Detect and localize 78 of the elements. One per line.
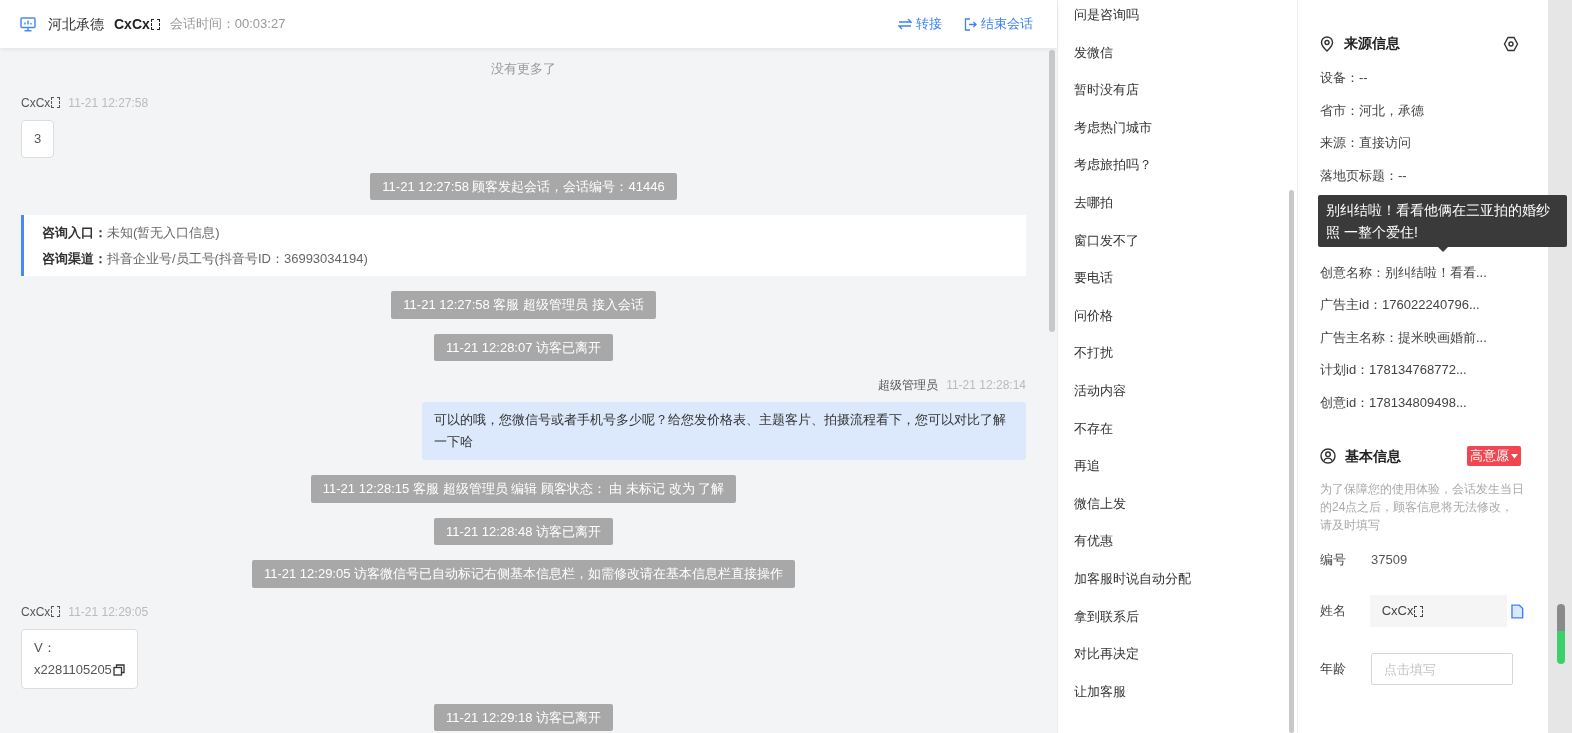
tooltip-arrow [1438, 247, 1448, 252]
entry-value: 未知(暂无入口信息) [107, 224, 220, 242]
quick-reply-item[interactable]: 有优惠 [1074, 531, 1297, 552]
quick-reply-item[interactable]: 窗口发不了 [1074, 230, 1297, 251]
caret-icon [1511, 453, 1518, 459]
quick-reply-item[interactable]: 加客服时说自动分配 [1074, 568, 1297, 589]
location-pin-icon [1320, 35, 1334, 52]
section-title: 来源信息 [1344, 34, 1400, 53]
exit-icon [964, 17, 977, 31]
end-session-button[interactable]: 结束会话 [964, 14, 1033, 34]
entry-label: 咨询渠道： [42, 249, 107, 268]
unknown-glyph-icon [51, 96, 61, 108]
system-message: 11-21 12:27:58 顾客发起会话，会话编号：41446 [370, 172, 677, 200]
message-bubble: 可以的哦，您微信号或者手机号多少呢？给您发价格表、主题客片、拍摄流程看下，您可以对比了解一下哈 [422, 402, 1026, 460]
intent-tag-dropdown[interactable]: 高意愿 [1467, 446, 1521, 466]
message-bubble: V： x2281105205 [21, 628, 138, 689]
quick-reply-item[interactable]: 微信上发 [1074, 493, 1297, 514]
quick-reply-item[interactable]: 发微信 [1074, 42, 1297, 63]
quick-reply-item[interactable]: 要电话 [1074, 268, 1297, 289]
source-field: 设备：-- [1320, 68, 1524, 87]
settings-icon[interactable] [1503, 35, 1519, 52]
swap-icon [898, 18, 912, 30]
quick-reply-item[interactable]: 考虑热门城市 [1074, 117, 1297, 138]
source-field: 计划id：178134768772... [1320, 360, 1524, 379]
quick-reply-item[interactable]: 考虑旅拍吗？ [1074, 155, 1297, 176]
system-message: 11-21 12:28:15 客服 超级管理员 编辑 顾客状态： 由 未标记 改为 了解 [310, 475, 737, 503]
quick-reply-item[interactable]: 去哪拍 [1074, 192, 1297, 213]
system-message: 11-21 12:27:58 客服 超级管理员 接入会话 [391, 291, 656, 319]
field-value: 37509 [1371, 550, 1408, 569]
document-icon[interactable] [1511, 603, 1524, 619]
quick-reply-item[interactable]: 让加客服 [1074, 681, 1297, 702]
quick-reply-item[interactable]: 拿到联系后 [1074, 606, 1297, 627]
message-time: 11-21 12:28:14 [946, 377, 1026, 394]
source-field: 来源：直接访问 [1320, 133, 1524, 152]
sender-name: CxCx [21, 602, 61, 621]
source-field: 广告主名称：提米映画婚前... [1320, 327, 1524, 347]
system-message: 11-21 12:28:07 访客已离开 [433, 333, 614, 361]
name-field: CxCx [1369, 595, 1508, 627]
quick-reply-item[interactable]: 对比再决定 [1074, 644, 1297, 665]
source-field: 创意名称：别纠结啦！看看... [1320, 262, 1524, 282]
message-time: 11-21 12:29:05 [68, 603, 149, 621]
source-field: 创意id：178134809498... [1320, 392, 1524, 412]
unknown-glyph-icon [1414, 605, 1424, 617]
field-label: 年龄 [1320, 660, 1347, 679]
message-bubble: 3 [21, 119, 55, 158]
sender-name: CxCx [21, 93, 61, 112]
unknown-glyph-icon [51, 605, 61, 617]
notice-text: 为了保障您的使用体验，会话发生当日的24点之后，顾客信息将无法修改，请及时填写 [1320, 480, 1524, 534]
session-time: 会话时间：00:03:27 [169, 15, 286, 34]
source-field: 广告主id：176022240796... [1320, 295, 1524, 314]
source-field: 落地页标题：-- [1320, 165, 1524, 185]
transfer-button[interactable]: 转接 [898, 14, 942, 34]
unknown-glyph-icon [150, 18, 160, 30]
user-circle-icon [1320, 448, 1336, 464]
quick-reply-item[interactable]: 再追 [1074, 456, 1297, 477]
page-scrollbar [1557, 604, 1565, 664]
quick-reply-item[interactable]: 不存在 [1074, 418, 1297, 439]
no-more-text: 没有更多了 [491, 60, 556, 78]
quick-reply-item[interactable]: 不打扰 [1074, 343, 1297, 364]
monitor-icon [20, 16, 36, 32]
sender-name: 超级管理员 [878, 377, 939, 394]
field-label: 编号 [1320, 550, 1347, 569]
system-message: 11-21 12:29:05 访客微信号已自动标记右侧基本信息栏，如需修改请在基本信息栏直接操作 [251, 560, 796, 588]
quick-reply-item[interactable]: 活动内容 [1074, 380, 1297, 401]
entry-label: 咨询入口： [42, 224, 107, 242]
entry-value: 抖音企业号/员工号(抖音号ID：36993034194) [107, 249, 368, 268]
quick-reply-item[interactable]: 问是咨询吗 [1074, 5, 1297, 25]
message-time: 11-21 12:27:58 [68, 94, 149, 112]
source-field: 省市：河北，承德 [1320, 100, 1524, 120]
customer-name: CxCx [114, 13, 160, 35]
field-label: 姓名 [1320, 602, 1347, 621]
system-message: 11-21 12:29:18 访客已离开 [433, 703, 614, 731]
quick-reply-item[interactable]: 暂时没有店 [1074, 80, 1297, 101]
system-message: 11-21 12:28:48 访客已离开 [433, 517, 614, 545]
section-title: 基本信息 [1345, 446, 1401, 466]
quick-reply-item[interactable]: 问价格 [1074, 305, 1297, 326]
copy-icon[interactable] [112, 663, 125, 676]
customer-region: 河北承德 [48, 14, 104, 34]
